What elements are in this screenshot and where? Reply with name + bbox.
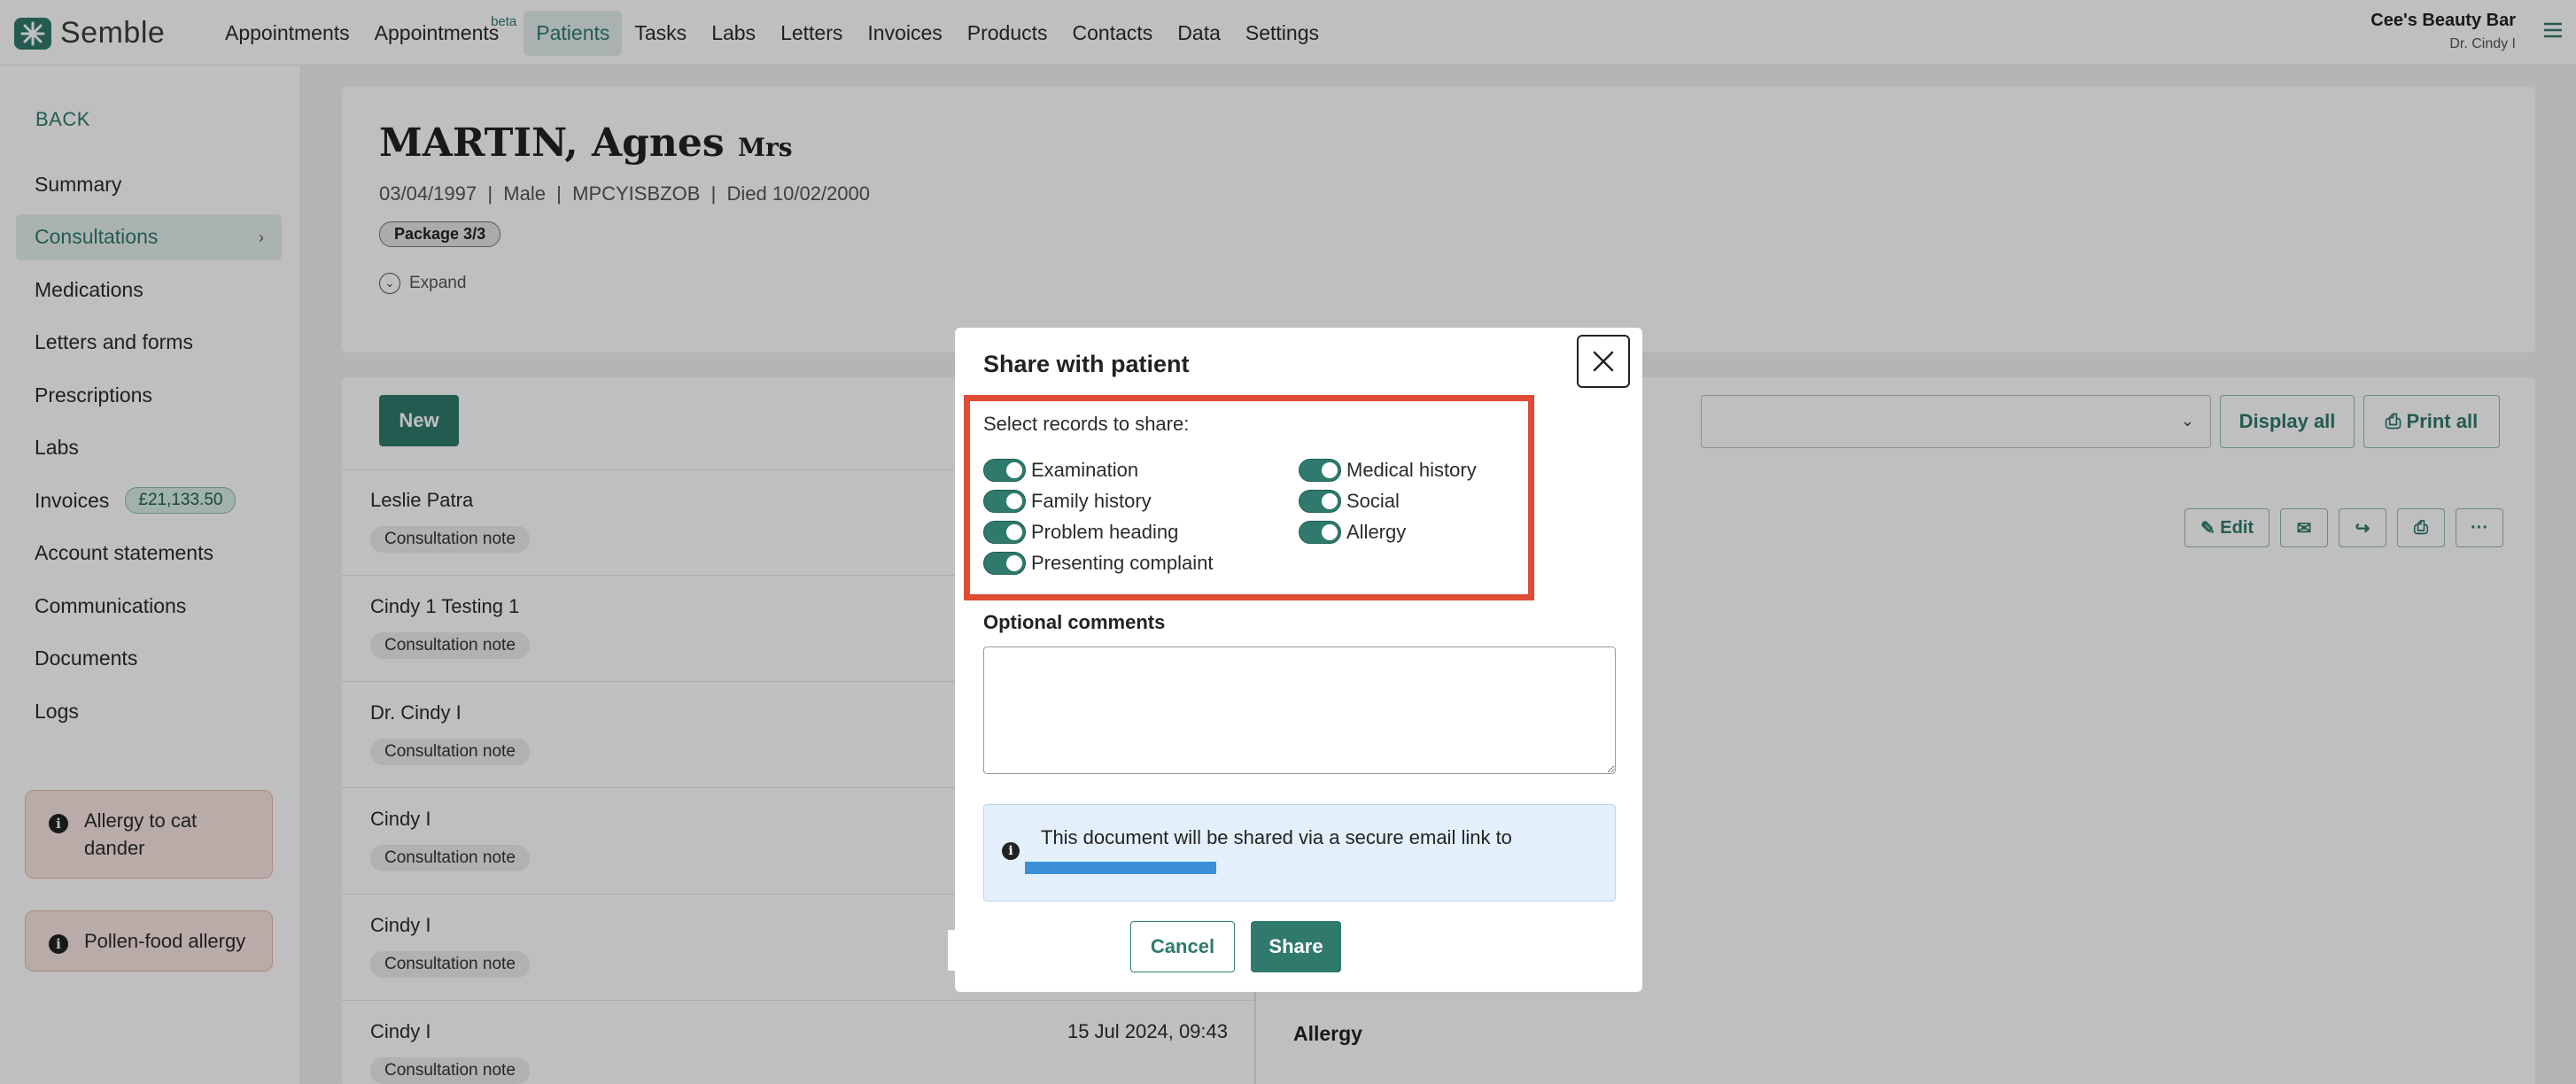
toggle-switch[interactable] bbox=[1299, 521, 1341, 544]
share-with-patient-dialog: Share with patient Select records to sha… bbox=[948, 328, 1642, 992]
toggle-switch[interactable] bbox=[983, 490, 1026, 513]
toggle-examination[interactable]: Examination bbox=[983, 459, 1138, 482]
toggle-social[interactable]: Social bbox=[1299, 490, 1400, 513]
dialog-title: Share with patient bbox=[983, 351, 1190, 377]
cancel-button[interactable]: Cancel bbox=[1130, 921, 1235, 972]
close-button[interactable] bbox=[1577, 335, 1630, 388]
redacted-email bbox=[1025, 862, 1216, 874]
toggle-switch[interactable] bbox=[983, 459, 1026, 482]
toggle-switch[interactable] bbox=[983, 521, 1026, 544]
toggle-presenting-complaint[interactable]: Presenting complaint bbox=[983, 552, 1213, 575]
info-text: This document will be shared via a secur… bbox=[1041, 826, 1512, 848]
select-records-label: Select records to share: bbox=[983, 413, 1190, 435]
optional-comments-label: Optional comments bbox=[983, 611, 1166, 633]
close-icon bbox=[1593, 351, 1614, 372]
toggle-medical-history[interactable]: Medical history bbox=[1299, 459, 1477, 482]
info-icon: i bbox=[1002, 842, 1020, 860]
toggle-allergy[interactable]: Allergy bbox=[1299, 521, 1406, 544]
share-button[interactable]: Share bbox=[1251, 921, 1341, 972]
toggle-problem-heading[interactable]: Problem heading bbox=[983, 521, 1178, 544]
toggle-switch[interactable] bbox=[983, 552, 1026, 575]
toggle-switch[interactable] bbox=[1299, 490, 1341, 513]
optional-comments-input[interactable] bbox=[983, 647, 1616, 774]
redaction-mask bbox=[948, 930, 1116, 971]
toggle-switch[interactable] bbox=[1299, 459, 1341, 482]
info-banner: i This document will be shared via a sec… bbox=[983, 804, 1616, 902]
toggle-family-history[interactable]: Family history bbox=[983, 490, 1152, 513]
